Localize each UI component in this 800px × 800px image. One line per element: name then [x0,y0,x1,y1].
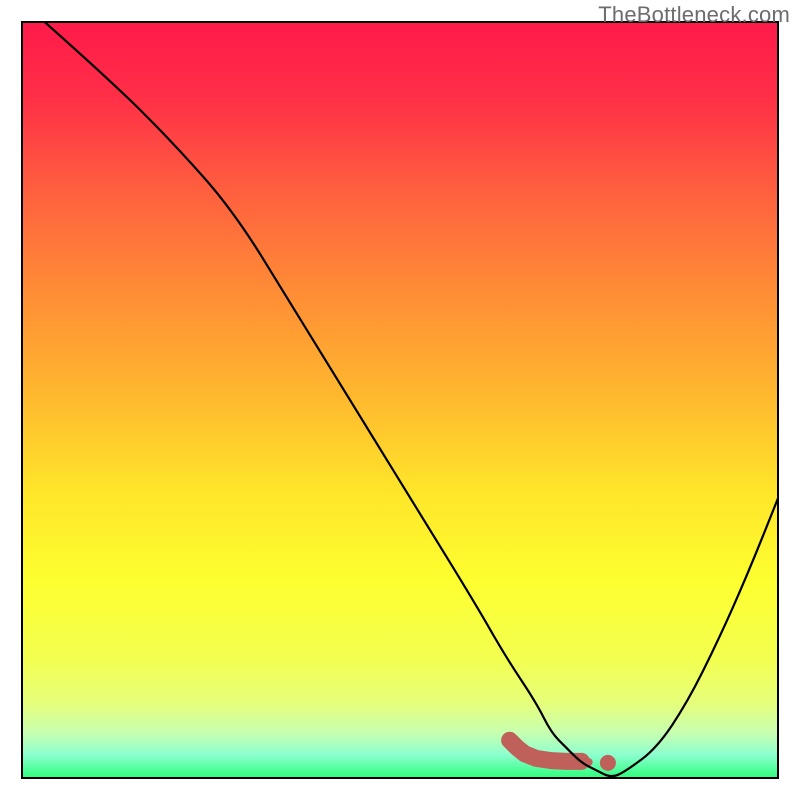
watermark-text: TheBottleneck.com [598,2,790,28]
bottleneck-chart [0,0,800,800]
chart-container: { "watermark": "TheBottleneck.com", "col… [0,0,800,800]
gradient-background [22,22,778,778]
